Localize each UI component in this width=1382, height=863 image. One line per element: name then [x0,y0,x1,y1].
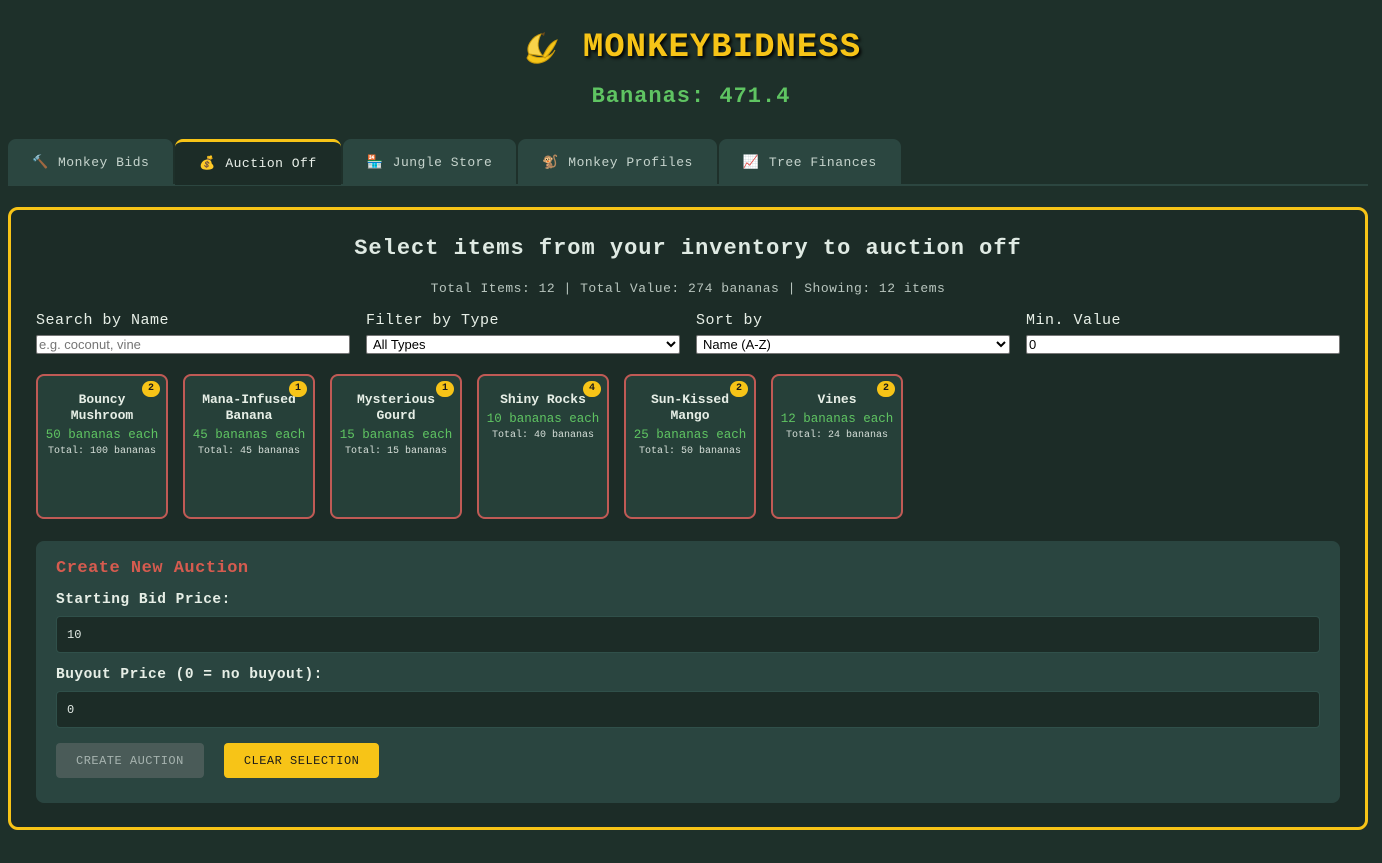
search-filter: Search by Name [36,312,350,354]
sort-select[interactable]: Name (A-Z) [696,335,1010,354]
item-name: Vines [817,392,857,407]
item-card[interactable]: 2 Bouncy Mushroom 50 bananas each Total:… [36,374,168,519]
quantity-badge: 1 [436,381,454,397]
item-name: Sun-Kissed Mango [650,392,729,423]
create-auction-title: Create New Auction [56,559,249,578]
bananas-balance: Bananas: 471.4 [591,84,791,109]
min-value-filter: Min. Value [1026,312,1340,354]
money-bag-icon: 💰 [199,156,217,171]
item-price: 15 bananas each [339,428,453,442]
item-name: Mysterious Gourd [356,392,435,423]
item-total: Total: 40 bananas [491,430,595,441]
clear-selection-button[interactable]: CLEAR SELECTION [223,743,380,778]
tab-jungle-store[interactable]: 🏪 Jungle Store [342,139,517,185]
sort-filter: Sort by Name (A-Z) [696,312,1010,354]
item-name: Mana-Infused Banana [202,392,296,423]
item-price: 50 bananas each [45,428,159,442]
hammer-icon: 🔨 [32,154,49,170]
min-value-label: Min. Value [1026,312,1122,329]
tab-label: Tree Finances [768,154,877,170]
tab-label: Auction Off [225,156,317,171]
panel-title: Select items from your inventory to auct… [354,236,1022,261]
item-price: 12 bananas each [780,412,894,426]
tab-label: Jungle Store [392,154,493,170]
min-value-input[interactable] [1026,335,1340,354]
item-name: Shiny Rocks [500,392,586,407]
search-label: Search by Name [36,312,170,329]
starting-bid-input[interactable] [56,616,1320,653]
item-total: Total: 45 bananas [197,446,301,457]
type-filter: Filter by Type All Types [366,312,680,354]
item-card[interactable]: 4 Shiny Rocks 10 bananas each Total: 40 … [477,374,609,519]
item-total: Total: 24 bananas [785,430,889,441]
create-auction-form: Create New Auction Starting Bid Price: B… [36,541,1340,803]
search-input[interactable] [36,335,350,354]
buyout-label: Buyout Price (0 = no buyout): [56,667,323,683]
tab-monkey-bids[interactable]: 🔨 Monkey Bids [8,139,174,185]
type-select[interactable]: All Types [366,335,680,354]
quantity-badge: 1 [289,381,307,397]
starting-bid-label: Starting Bid Price: [56,592,231,608]
monkey-icon: 🐒 [542,154,559,170]
item-total: Total: 100 bananas [47,446,157,457]
tab-label: Monkey Bids [58,154,150,170]
quantity-badge: 2 [877,381,895,397]
item-total: Total: 15 bananas [344,446,448,457]
item-price: 25 bananas each [633,428,747,442]
item-price: 10 bananas each [486,412,600,426]
store-icon: 🏪 [366,154,384,170]
buyout-input[interactable] [56,691,1320,728]
chart-icon: 📈 [742,154,760,170]
item-card[interactable]: 2 Sun-Kissed Mango 25 bananas each Total… [624,374,756,519]
quantity-badge: 2 [730,381,748,397]
tab-tree-finances[interactable]: 📈 Tree Finances [718,139,901,185]
header: MONKEYBIDNESS Bananas: 471.4 [0,0,1382,109]
tab-label: Monkey Profiles [568,154,693,170]
inventory-stats: Total Items: 12 | Total Value: 274 banan… [430,281,946,296]
item-total: Total: 50 bananas [638,446,742,457]
auction-off-panel: Select items from your inventory to auct… [8,207,1368,830]
item-price: 45 bananas each [192,428,306,442]
sort-label: Sort by [696,312,763,329]
tab-bar: 🔨 Monkey Bids 💰 Auction Off 🏪 Jungle Sto… [8,139,1368,186]
app-title: MONKEYBIDNESS [0,28,1382,68]
item-name: Bouncy Mushroom [70,392,134,423]
banana-icon [521,28,561,68]
item-card[interactable]: 1 Mysterious Gourd 15 bananas each Total… [330,374,462,519]
quantity-badge: 2 [142,381,160,397]
filter-bar: Search by Name Filter by Type All Types … [36,312,1340,354]
create-auction-button[interactable]: CREATE AUCTION [56,743,204,778]
item-card[interactable]: 1 Mana-Infused Banana 45 bananas each To… [183,374,315,519]
type-filter-label: Filter by Type [366,312,500,329]
inventory-grid: 2 Bouncy Mushroom 50 bananas each Total:… [36,374,1340,519]
tab-auction-off[interactable]: 💰 Auction Off [175,139,341,185]
item-card[interactable]: 2 Vines 12 bananas each Total: 24 banana… [771,374,903,519]
app-title-text: MONKEYBIDNESS [582,29,862,67]
quantity-badge: 4 [583,381,601,397]
form-actions: CREATE AUCTION CLEAR SELECTION [56,743,1320,778]
tab-monkey-profiles[interactable]: 🐒 Monkey Profiles [518,139,717,185]
